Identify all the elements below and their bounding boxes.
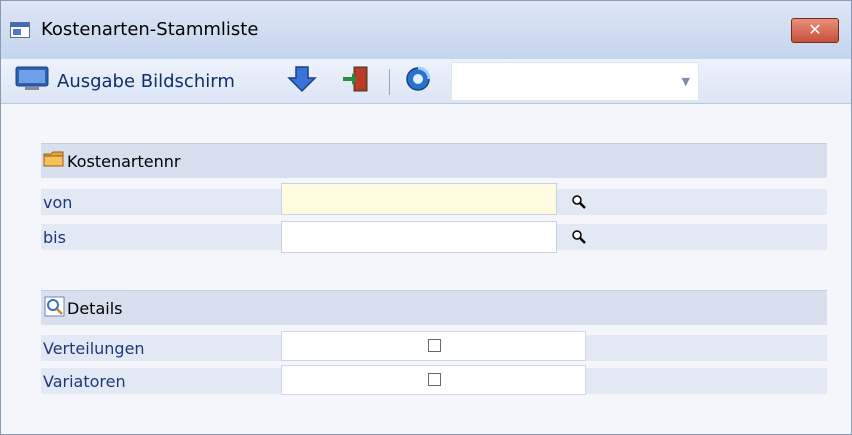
output-screen-button[interactable]: Ausgabe Bildschirm: [15, 66, 235, 96]
label-bis: bis: [43, 228, 66, 247]
app-window-icon: [10, 22, 30, 38]
toolbar-separator: [389, 69, 390, 95]
section-details: Details: [41, 290, 827, 325]
folder-icon: [43, 150, 65, 172]
download-button[interactable]: [287, 65, 317, 97]
bis-input[interactable]: [281, 221, 557, 253]
monitor-icon: [15, 66, 49, 96]
arrow-down-icon: [287, 65, 317, 97]
row-variatoren: Variatoren: [41, 365, 827, 395]
search-icon[interactable]: [571, 194, 587, 210]
variatoren-field: [281, 365, 586, 395]
exit-door-icon: [341, 65, 371, 97]
search-icon[interactable]: [571, 229, 587, 245]
close-button[interactable]: ✕: [791, 18, 839, 43]
exit-button[interactable]: [341, 65, 371, 97]
label-verteilungen: Verteilungen: [43, 339, 145, 358]
von-input[interactable]: [281, 183, 557, 215]
refresh-button[interactable]: [404, 65, 432, 97]
verteilungen-checkbox[interactable]: [428, 339, 441, 352]
refresh-icon: [404, 65, 432, 97]
selection-combobox[interactable]: ▼: [451, 62, 699, 101]
variatoren-checkbox[interactable]: [428, 373, 441, 386]
row-verteilungen: Verteilungen: [41, 331, 827, 361]
section-label-kostenartennr: Kostenartennr: [67, 152, 181, 171]
section-label-details: Details: [67, 299, 123, 318]
row-von: von: [41, 183, 827, 215]
label-von: von: [43, 193, 73, 212]
close-icon: ✕: [808, 20, 822, 39]
details-magnifier-icon: [44, 296, 66, 322]
title-bar: Kostenarten-Stammliste ✕: [1, 1, 851, 60]
output-screen-label: Ausgabe Bildschirm: [57, 70, 235, 92]
label-variatoren: Variatoren: [43, 372, 126, 391]
verteilungen-field: [281, 331, 586, 361]
kostenarten-window: Kostenarten-Stammliste ✕ Ausgabe Bildsch…: [0, 0, 852, 435]
window-title: Kostenarten-Stammliste: [41, 19, 259, 40]
row-bis: bis: [41, 221, 827, 253]
form-area: Kostenartennr von bis Details Verteilung…: [1, 104, 851, 434]
toolbar: Ausgabe Bildschirm: [1, 59, 851, 104]
chevron-down-icon[interactable]: ▼: [682, 75, 690, 88]
section-kostenartennr: Kostenartennr: [41, 143, 827, 178]
